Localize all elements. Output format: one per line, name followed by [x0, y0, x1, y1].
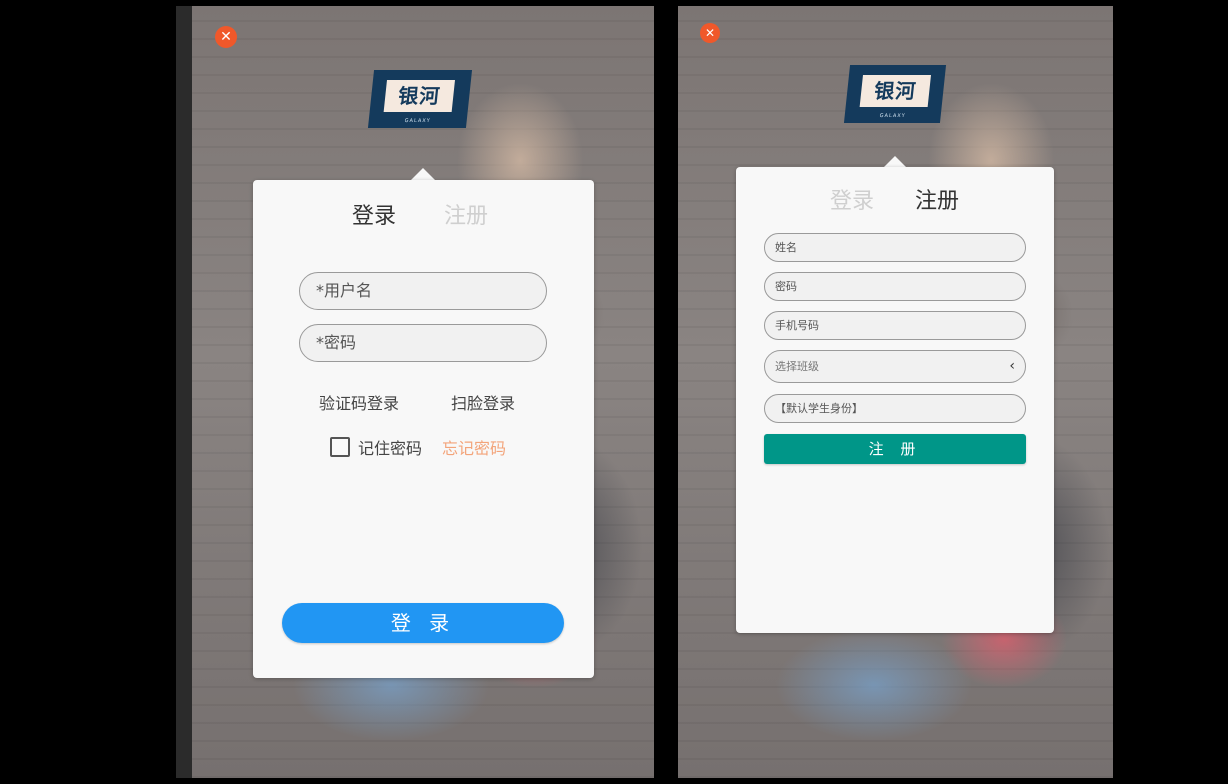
username-input[interactable]: *用户名: [299, 272, 547, 310]
chevron-left-icon: ‹: [1009, 358, 1015, 374]
phone-input[interactable]: 手机号码: [764, 311, 1026, 340]
login-card: 登录 注册 *用户名 *密码 验证码登录 扫脸登录 记住密码 忘记密码 登 录: [253, 180, 594, 678]
app-logo: 银河 GALAXY: [843, 65, 947, 123]
class-select[interactable]: 选择班级 ‹: [764, 350, 1026, 383]
register-screen: ✕ 银河 GALAXY 登录 注册 姓名 密码 手机号码 选择班级 ‹ 【默认学…: [678, 6, 1113, 778]
login-button[interactable]: 登 录: [282, 603, 564, 643]
register-card: 登录 注册 姓名 密码 手机号码 选择班级 ‹ 【默认学生身份】 注 册: [736, 167, 1054, 633]
login-screen: ✕ 银河 GALAXY 登录 注册 *用户名 *密码 验证码登录 扫脸登录 记住…: [176, 6, 654, 778]
logo-text: 银河: [383, 80, 455, 112]
app-logo: 银河 GALAXY: [367, 70, 473, 128]
password-input[interactable]: 密码: [764, 272, 1026, 301]
close-icon[interactable]: ✕: [700, 23, 720, 43]
tab-register[interactable]: 注册: [915, 183, 959, 215]
class-select-label: 选择班级: [775, 360, 819, 373]
face-login-link[interactable]: 扫脸登录: [451, 390, 515, 414]
tab-login[interactable]: 登录: [830, 183, 874, 215]
password-input[interactable]: *密码: [299, 324, 547, 362]
forgot-password-link[interactable]: 忘记密码: [442, 435, 506, 459]
close-icon[interactable]: ✕: [215, 26, 237, 48]
name-input[interactable]: 姓名: [764, 233, 1026, 262]
tab-register[interactable]: 注册: [444, 198, 488, 230]
card-notch: [411, 168, 435, 180]
role-input[interactable]: 【默认学生身份】: [764, 394, 1026, 423]
remember-checkbox[interactable]: [330, 437, 350, 457]
register-button[interactable]: 注 册: [764, 434, 1026, 464]
logo-text: 银河: [859, 75, 931, 107]
logo-subtext: GALAXY: [879, 113, 907, 119]
sms-login-link[interactable]: 验证码登录: [319, 390, 399, 414]
tab-login[interactable]: 登录: [352, 198, 396, 230]
remember-label: 记住密码: [358, 439, 423, 458]
side-strip: [176, 6, 192, 778]
logo-subtext: GALAXY: [404, 118, 432, 124]
